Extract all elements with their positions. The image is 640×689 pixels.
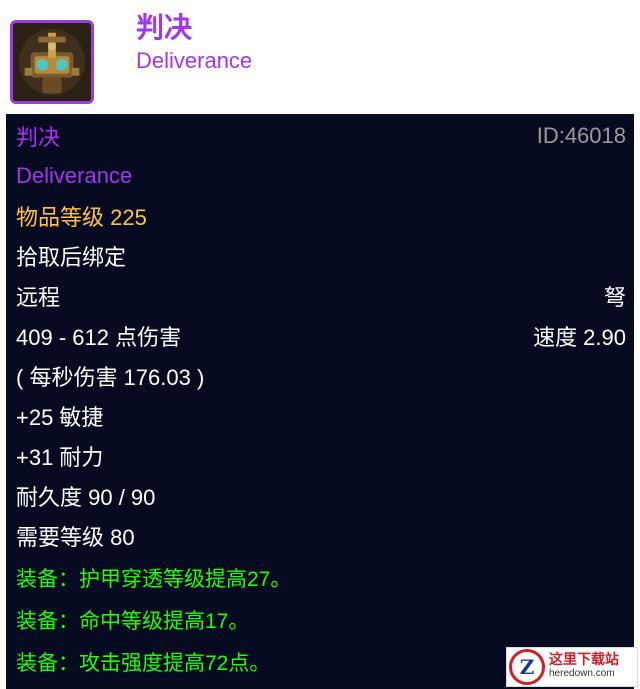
watermark-title: 这里下载站 [549,652,619,668]
tooltip-name: 判决 [16,125,61,150]
slot: 远程 [16,285,61,310]
item-header: 判决 Deliverance [0,0,640,112]
item-level: 物品等级 225 [16,205,147,230]
item-tooltip: 判决 ID:46018 Deliverance 物品等级 225 拾取后绑定 远… [6,114,634,689]
binding: 拾取后绑定 [16,245,127,270]
equip-effect-armor-penetration: 装备：护甲穿透等级提高27。 [16,568,292,591]
watermark-logo-icon: Z [509,649,545,685]
durability: 耐久度 90 / 90 [16,485,156,510]
weapon-type: 弩 [603,285,626,310]
equip-effect-attack-power: 装备：攻击强度提高72点。 [16,652,271,675]
item-icon[interactable] [10,20,94,104]
slot-row: 远程 弩 [16,276,626,316]
stamina-row: +31 耐力 [16,436,626,476]
agility-row: +25 敏捷 [16,396,626,436]
dps: ( 每秒伤害 176.03 ) [16,365,205,390]
item-title-english: Deliverance [136,48,253,73]
speed: 速度 2.90 [533,325,626,350]
required-level: 需要等级 80 [16,525,135,550]
equip-effect-row: 装备：命中等级提高17。 [16,600,626,640]
damage: 409 - 612 点伤害 [16,325,182,350]
equip-effect-row: 装备：护甲穿透等级提高27。 [16,558,626,598]
crossbow-icon [13,23,91,101]
site-watermark: Z 这里下载站 heredown.com [506,647,638,687]
dps-row: ( 每秒伤害 176.03 ) [16,356,626,396]
required-level-row: 需要等级 80 [16,516,626,556]
item-id: ID:46018 [536,123,626,148]
agility-stat: +25 敏捷 [16,405,104,430]
watermark-url: heredown.com [549,668,615,679]
watermark-logo-letter: Z [519,655,535,679]
tooltip-english-row: Deliverance [16,156,626,196]
tooltip-name-english: Deliverance [16,163,133,188]
item-title: 判决 [136,11,193,44]
durability-row: 耐久度 90 / 90 [16,476,626,516]
stamina-stat: +31 耐力 [16,445,104,470]
equip-effect-hit: 装备：命中等级提高17。 [16,610,250,633]
binding-row: 拾取后绑定 [16,236,626,276]
damage-row: 409 - 612 点伤害 速度 2.90 [16,316,626,356]
watermark-text: 这里下载站 heredown.com [549,653,619,681]
tooltip-title-row: 判决 ID:46018 [16,116,626,156]
item-level-row: 物品等级 225 [16,196,626,236]
